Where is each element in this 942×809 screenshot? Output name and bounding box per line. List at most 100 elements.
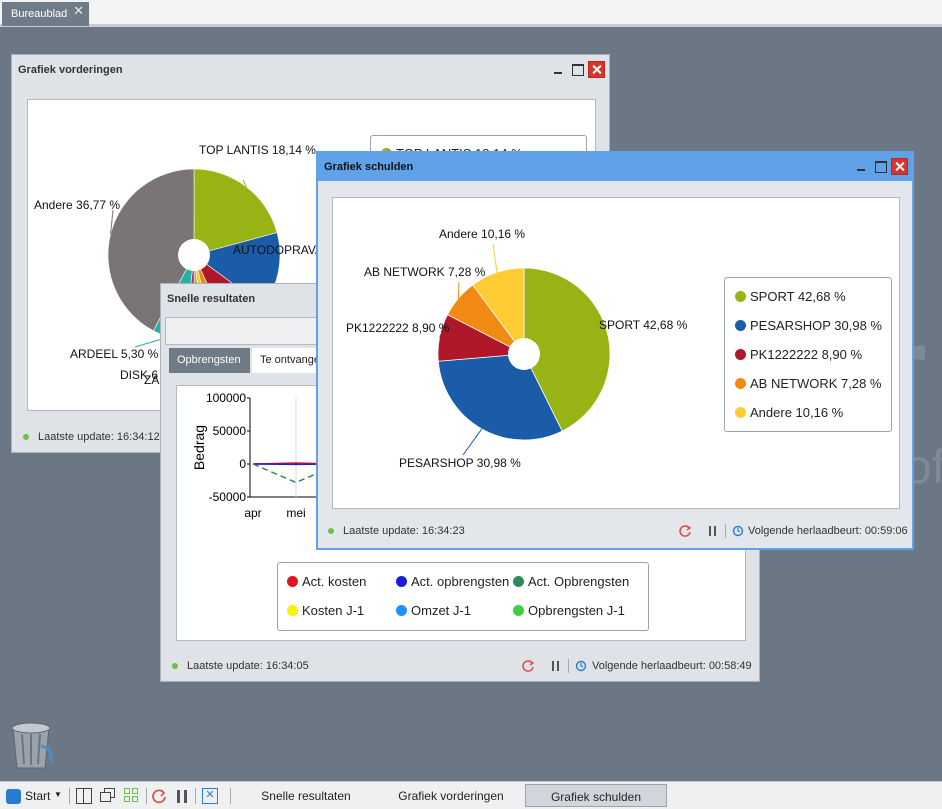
minimize-icon[interactable] [853, 158, 870, 175]
tab-label: Opbrengsten [177, 354, 241, 366]
chevron-down-icon: ▼ [54, 790, 62, 799]
start-button[interactable]: Start ▼ [4, 785, 64, 807]
legend-swatch [735, 407, 746, 418]
close-all-icon[interactable]: ✕ [202, 788, 218, 804]
legend-swatch [735, 291, 746, 302]
status-text: Laatste update: 16:34:05 [187, 660, 309, 672]
status-dot [328, 528, 334, 534]
chart-area: SPORT 42,68 % PESARSHOP 30,98 % PK1222222 … [332, 197, 900, 509]
x-tick-label: mei [286, 506, 305, 520]
pause-icon[interactable] [709, 526, 716, 536]
leader-line [462, 428, 483, 456]
tile-windows-icon[interactable] [76, 788, 92, 804]
status-text: Laatste update: 16:34:23 [343, 525, 465, 537]
slice-label: TOP LANTIS 18,14 % [199, 143, 316, 157]
legend-label: AB NETWORK 7,28 % [750, 376, 882, 391]
close-icon[interactable] [891, 157, 908, 175]
legend-label: SPORT 42,68 % [750, 289, 846, 304]
tab-bureaublad[interactable]: Bureaublad ✕ [2, 2, 89, 26]
legend-swatch [287, 576, 298, 587]
legend-label: Act. Opbrengsten [528, 574, 630, 589]
legend-swatch [735, 378, 746, 389]
cascade-windows-icon[interactable] [100, 788, 116, 804]
grid-icon[interactable] [124, 788, 140, 804]
divider [568, 659, 569, 673]
slice-label: Andere 10,16 % [439, 227, 525, 241]
legend-label: Andere 10,16 % [750, 405, 844, 420]
slice-label: ARDEEL 5,30 % [70, 347, 159, 361]
timer-icon [575, 660, 587, 672]
window-title[interactable]: Grafiek vorderingen [12, 55, 609, 83]
start-label: Start [25, 789, 51, 803]
taskbar-item-label: Snelle resultaten [261, 789, 351, 803]
top-tab-bar: Bureaublad ✕ [0, 0, 942, 27]
taskbar: Start ▼ ✕ Snelle resultaten Grafiek vord… [0, 781, 942, 809]
legend-swatch [396, 605, 407, 616]
legend-label: Opbrengsten J-1 [528, 603, 625, 618]
window-title[interactable]: Grafiek schulden [318, 153, 912, 181]
slice-label: AB NETWORK 7,28 % [364, 265, 486, 279]
taskbar-item-label: Grafiek schulden [550, 790, 642, 804]
window-grafiek-schulden[interactable]: Grafiek schulden SPORT 42,68 % PESARSHOP … [316, 151, 914, 550]
slice-label: AUTODOPRAVA [233, 243, 323, 257]
taskbar-item-snelle-resultaten[interactable]: Snelle resultaten [244, 784, 368, 807]
status-bar: Laatste update: 16:34:23 Volgende herlaa… [318, 518, 912, 546]
slice-label: SPORT 42,68 % [599, 318, 688, 332]
slice-label: PESARSHOP 30,98 % [399, 456, 521, 470]
next-reload-text: Volgende herlaadbeurt: 00:58:49 [592, 660, 752, 672]
legend-swatch [287, 605, 298, 616]
close-icon[interactable]: ✕ [73, 3, 84, 19]
divider [230, 788, 231, 804]
pause-icon[interactable] [177, 790, 187, 803]
divider [195, 788, 196, 804]
legend-swatch [735, 349, 746, 360]
status-text: Laatste update: 16:34:12 [38, 431, 160, 443]
status-dot [172, 663, 178, 669]
divider [69, 788, 70, 804]
y-tick-label: 0 [239, 457, 246, 471]
status-bar: Laatste update: 16:34:05 Volgende herlaa… [161, 653, 759, 681]
timer-icon [732, 525, 744, 537]
pie-hole [178, 239, 210, 271]
refresh-icon[interactable] [678, 524, 692, 538]
legend-label: PESARSHOP 30,98 % [750, 318, 882, 333]
legend-label: Act. opbrengsten [411, 574, 510, 589]
pause-icon[interactable] [552, 661, 559, 671]
legend-swatch [735, 320, 746, 331]
slice-label: Andere 36,77 % [34, 198, 120, 212]
divider [725, 524, 726, 538]
tab-label: Te ontvange [260, 354, 320, 366]
divider [146, 788, 147, 804]
taskbar-item-grafiek-schulden[interactable]: Grafiek schulden [525, 784, 667, 807]
tab-bureaublad-label: Bureaublad [11, 8, 68, 20]
y-tick-label: -50000 [209, 490, 247, 504]
legend-swatch [513, 605, 524, 616]
leader-line [492, 243, 498, 273]
y-axis-label: Bedrag [191, 425, 207, 470]
minimize-icon[interactable] [550, 61, 567, 78]
maximize-icon[interactable] [569, 61, 586, 78]
status-dot [23, 434, 29, 440]
legend-label: Omzet J-1 [411, 603, 471, 618]
tab-opbrengsten[interactable]: Opbrengsten [169, 348, 250, 373]
pie-hole [508, 338, 540, 370]
legend-label: PK1222222 8,90 % [750, 347, 863, 362]
x-tick-label: apr [244, 506, 261, 520]
taskbar-item-grafiek-vorderingen[interactable]: Grafiek vorderingen [386, 784, 516, 807]
taskbar-item-label: Grafiek vorderingen [398, 789, 504, 803]
refresh-icon[interactable] [521, 659, 535, 673]
chart-legend: SPORT 42,68 % PESARSHOP 30,98 % PK1222222 … [724, 277, 892, 432]
next-reload-text: Volgende herlaadbeurt: 00:59:06 [748, 525, 908, 537]
legend-label: Act. kosten [302, 574, 367, 589]
y-tick-label: 50000 [213, 424, 247, 438]
refresh-icon[interactable] [151, 788, 167, 804]
leader-line [457, 281, 460, 299]
legend-label: Kosten J-1 [302, 603, 365, 618]
legend-swatch [396, 576, 407, 587]
start-logo-icon [6, 789, 21, 804]
close-icon[interactable] [588, 60, 605, 78]
chart-legend: Act. kosten Act. opbrengsten Act. Opbrengs… [277, 562, 649, 631]
slice-label: DISK 6 [120, 368, 158, 382]
maximize-icon[interactable] [872, 158, 889, 175]
trash-icon[interactable] [7, 718, 55, 770]
